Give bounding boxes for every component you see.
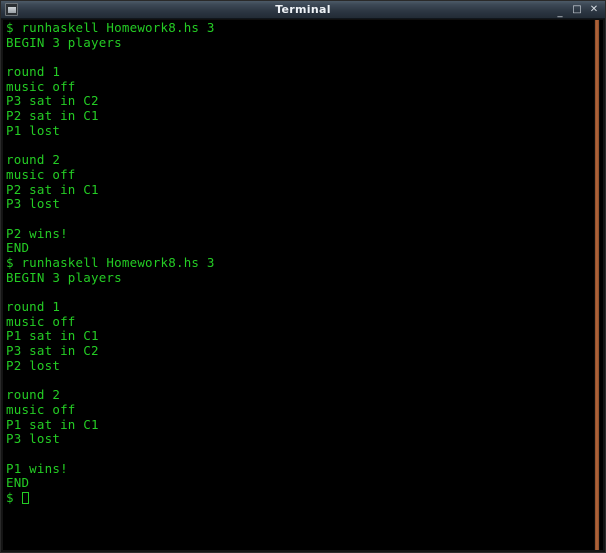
terminal-output[interactable]: $ runhaskell Homework8.hs 3 BEGIN 3 playe… xyxy=(6,20,591,550)
terminal-line: P3 sat in C2 xyxy=(6,93,99,109)
terminal-line: END xyxy=(6,240,30,256)
terminal-line: round 2 xyxy=(6,152,61,168)
terminal-line: music off xyxy=(6,166,76,182)
terminal-line: P2 sat in C1 xyxy=(6,181,99,197)
window-title: Terminal xyxy=(275,2,331,16)
title-bar[interactable]: Terminal _ □ ✕ xyxy=(1,1,605,19)
terminal-line: music off xyxy=(6,313,76,329)
terminal-line: P3 sat in C2 xyxy=(6,343,99,359)
terminal-line: P3 lost xyxy=(6,431,61,447)
terminal-line: P1 lost xyxy=(6,122,61,138)
terminal-line: P2 lost xyxy=(6,357,61,373)
terminal-window: Terminal _ □ ✕ $ runhaskell Homework8.hs… xyxy=(0,0,606,553)
terminal-line: BEGIN 3 players xyxy=(6,269,122,285)
terminal-line: round 1 xyxy=(6,64,61,80)
terminal-icon xyxy=(5,3,18,16)
terminal-line: P1 sat in C1 xyxy=(6,416,99,432)
terminal-line: $ runhaskell Homework8.hs 3 xyxy=(6,20,215,35)
terminal-line: P3 lost xyxy=(6,196,61,212)
terminal-body[interactable]: $ runhaskell Homework8.hs 3 BEGIN 3 playe… xyxy=(1,19,605,552)
window-controls: _ □ ✕ xyxy=(555,1,599,19)
terminal-line: P1 wins! xyxy=(6,460,68,476)
terminal-line: round 2 xyxy=(6,387,61,403)
terminal-scrollbar[interactable] xyxy=(594,20,600,550)
terminal-line: END xyxy=(6,475,30,491)
terminal-line: P2 wins! xyxy=(6,225,68,241)
terminal-line: round 1 xyxy=(6,299,61,315)
terminal-line: P1 sat in C1 xyxy=(6,328,99,344)
terminal-line: music off xyxy=(6,401,76,417)
terminal-line: BEGIN 3 players xyxy=(6,34,122,50)
minimize-button[interactable]: _ xyxy=(555,8,565,18)
terminal-line: music off xyxy=(6,78,76,94)
text-cursor xyxy=(22,492,30,504)
prompt-symbol: $ xyxy=(6,490,22,505)
terminal-prompt-line: $ xyxy=(6,490,591,506)
terminal-line: P2 sat in C1 xyxy=(6,108,99,124)
maximize-button[interactable]: □ xyxy=(572,5,582,15)
terminal-line: $ runhaskell Homework8.hs 3 xyxy=(6,255,215,270)
close-button[interactable]: ✕ xyxy=(589,5,599,15)
scrollbar-thumb[interactable] xyxy=(595,20,599,550)
